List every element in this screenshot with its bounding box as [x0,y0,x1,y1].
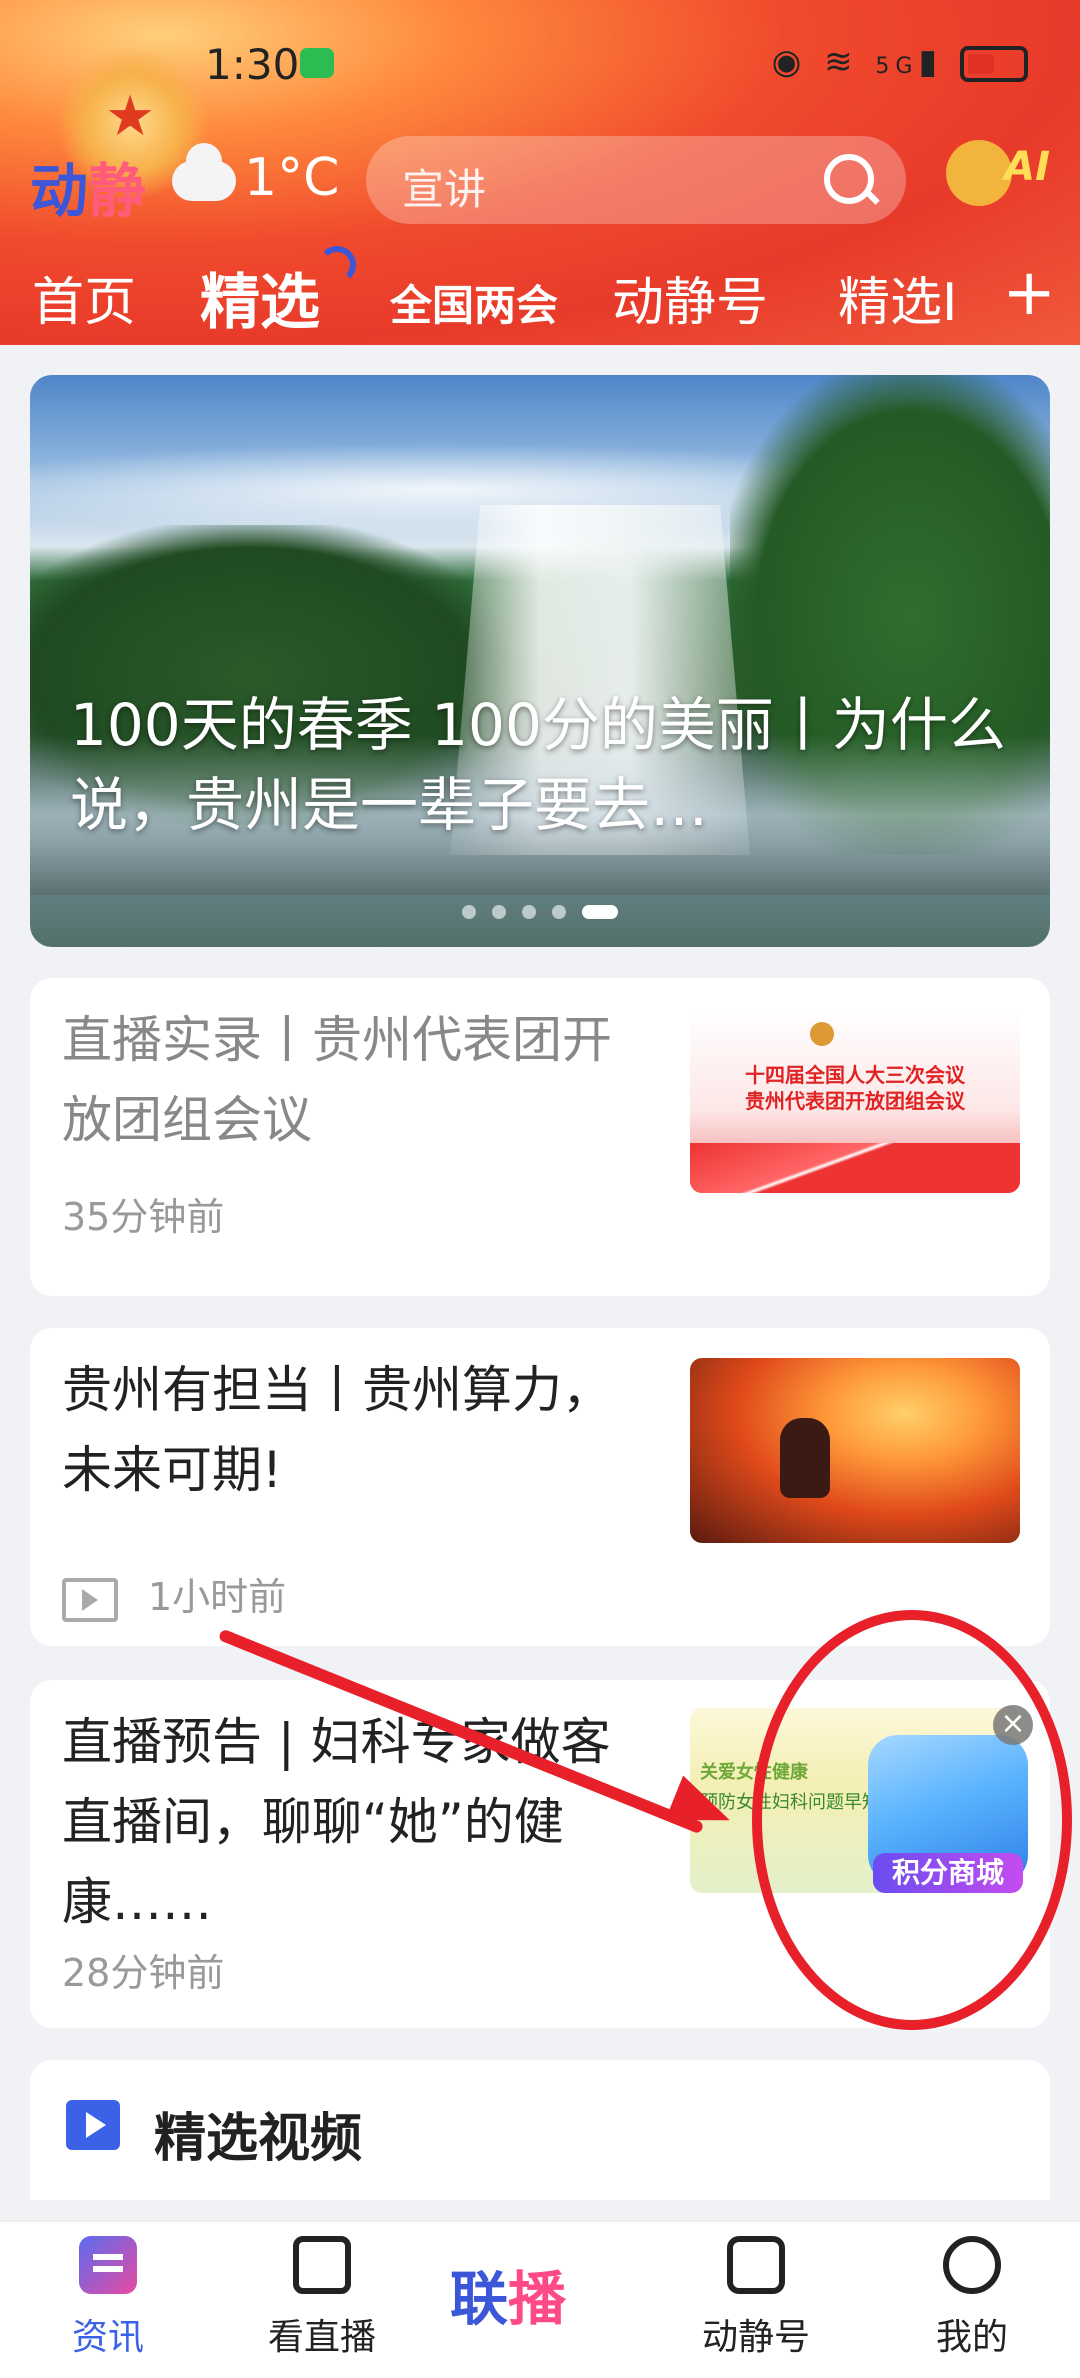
app-header: ★ 1:30 ◉ ≋ 5G▮ 动静 1°C 宣讲 AI 首页 精选 全国两会 动… [0,0,1080,345]
ai-label: AI [1004,144,1050,190]
wechat-notification-icon [300,48,334,78]
article-title: 直播预告 | 妇科专家做客直播间，聊聊“她”的健康…… [62,1713,611,1931]
mascot-icon [946,140,1012,206]
news-icon [79,2236,137,2294]
profile-icon [943,2236,1001,2294]
nav-watch-live[interactable]: 看直播 [242,2236,402,2360]
tab-featured-2[interactable]: 精选I [838,260,978,335]
tab-indicator-icon [318,246,356,284]
article-title: 贵州有担当丨贵州算力，未来可期! [62,1361,612,1499]
wifi-icon: ≋ [824,42,859,82]
eye-icon: ◉ [771,42,808,82]
hero-carousel[interactable]: 100天的春季 100分的美丽丨为什么说，贵州是一辈子要去… [30,375,1050,947]
article-card-1[interactable]: 直播实录丨贵州代表团开放团组会议 35分钟前 十四届全国人大三次会议 贵州代表团… [30,978,1050,1296]
cloud-icon [172,143,236,201]
nav-me[interactable]: 我的 [892,2236,1052,2360]
chat-face-icon [727,2236,785,2294]
battery-icon [960,45,1028,82]
search-icon[interactable] [824,154,874,204]
featured-videos-section: 精选视频 [30,2060,1050,2200]
tv-icon [293,2236,351,2294]
weather-temp: 1°C [244,148,340,208]
article-time: 1小时前 [148,1575,287,1619]
status-icons: ◉ ≋ 5G▮ [772,42,1028,82]
tab-home[interactable]: 首页 [32,260,136,335]
section-title: 精选视频 [154,2109,363,2169]
play-icon [66,2100,120,2150]
signal-label: 5G [875,54,919,79]
hero-title: 100天的春季 100分的美丽丨为什么说，贵州是一辈子要去… [70,691,1006,839]
app-logo[interactable]: 动静 [30,144,146,228]
article-thumbnail: 十四届全国人大三次会议 贵州代表团开放团组会议 [690,1008,1020,1193]
article-title: 直播实录丨贵州代表团开放团组会议 [62,1011,612,1149]
ai-assistant-button[interactable]: AI [940,128,1050,228]
tab-featured[interactable]: 精选 [200,254,320,341]
carousel-dots [30,904,1050,923]
status-time: 1:30 [205,40,300,89]
nav-dongjing-hao[interactable]: 动静号 [676,2236,836,2360]
signal-icon: ▮ [918,42,944,82]
article-time: 28分钟前 [62,1951,225,1995]
channel-tabs: 首页 精选 全国两会 动静号 精选I + [0,246,1080,341]
weather-widget[interactable]: 1°C [172,143,340,208]
nav-lianbo[interactable]: 联播 [450,2252,566,2336]
article-time: 35分钟前 [62,1195,225,1239]
article-thumbnail [690,1358,1020,1543]
video-icon [62,1577,118,1622]
emblem-icon [810,1022,834,1046]
bottom-navigation: 资讯 看直播 联播 动静号 我的 [0,2220,1080,2378]
tab-two-sessions[interactable]: 全国两会 [390,272,558,333]
tab-dongjing-hao[interactable]: 动静号 [612,260,768,335]
search-input[interactable]: 宣讲 [366,136,906,224]
nav-news[interactable]: 资讯 [28,2236,188,2360]
article-card-2[interactable]: 贵州有担当丨贵州算力，未来可期! 1小时前 [30,1328,1050,1646]
annotation-circle [752,1610,1072,2030]
add-channel-icon[interactable]: + [1002,256,1056,330]
search-placeholder: 宣讲 [402,165,487,214]
thumbnail-caption: 十四届全国人大三次会议 贵州代表团开放团组会议 [745,1063,965,1113]
status-bar: 1:30 ◉ ≋ 5G▮ [0,40,1080,100]
article-meta: 1小时前 [62,1566,286,1622]
